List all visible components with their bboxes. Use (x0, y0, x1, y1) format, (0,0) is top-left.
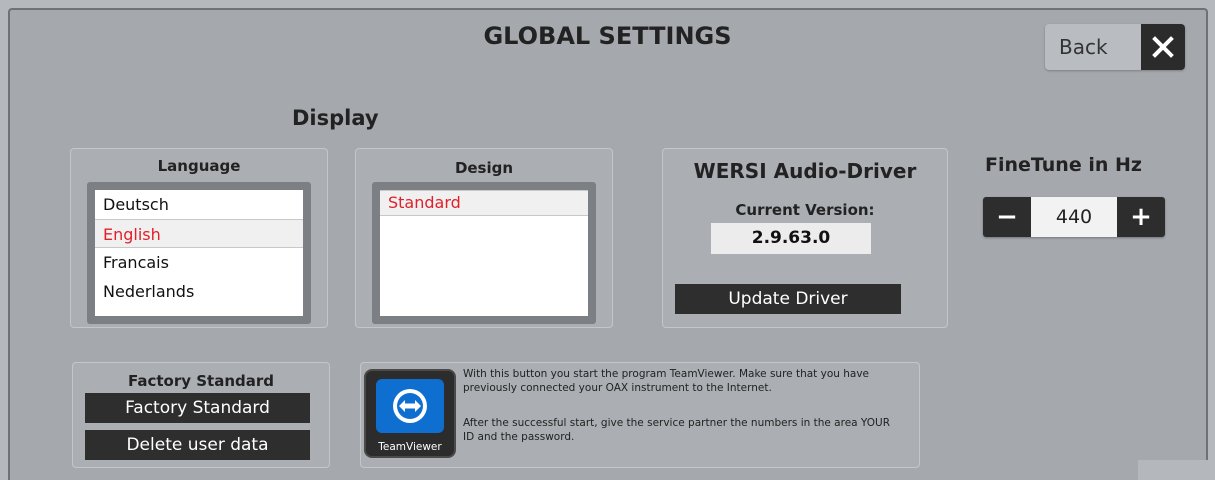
minus-icon: − (996, 202, 1018, 232)
language-list[interactable]: Deutsch English Francais Nederlands (95, 190, 303, 316)
design-label: Design (454, 159, 514, 177)
language-list-frame: Deutsch English Francais Nederlands (87, 182, 311, 324)
driver-version: 2.9.63.0 (711, 223, 871, 254)
teamviewer-description-1: With this button you start the program T… (463, 368, 870, 394)
back-button[interactable]: Back (1045, 24, 1185, 70)
language-panel: Language Deutsch English Francais Nederl… (70, 148, 328, 328)
finetune-value: 440 (1031, 197, 1117, 237)
language-option-english[interactable]: English (95, 219, 303, 248)
current-version-label: Current Version: (735, 201, 875, 219)
factory-standard-panel: Factory Standard Factory Standard Delete… (72, 362, 330, 468)
finetune-title: FineTune in Hz (985, 154, 1142, 176)
language-option-nederlands[interactable]: Nederlands (95, 277, 303, 306)
back-label: Back (1059, 35, 1108, 59)
design-list[interactable]: Standard (380, 190, 588, 316)
language-option-deutsch[interactable]: Deutsch (95, 190, 303, 219)
close-icon[interactable] (1141, 24, 1185, 70)
language-label: Language (157, 157, 241, 175)
audio-driver-panel: WERSI Audio-Driver Current Version: 2.9.… (662, 148, 948, 328)
factory-standard-title: Factory Standard (127, 372, 275, 390)
delete-user-data-button[interactable]: Delete user data (85, 430, 310, 460)
finetune-increment-button[interactable]: + (1117, 197, 1165, 237)
teamviewer-icon (376, 379, 444, 433)
design-list-frame: Standard (372, 182, 596, 324)
design-panel: Design Standard (355, 148, 613, 328)
teamviewer-button[interactable]: TeamViewer (364, 369, 456, 458)
teamviewer-panel: TeamViewer With this button you start th… (360, 362, 920, 468)
finetune-decrement-button[interactable]: − (983, 197, 1031, 237)
page-title: GLOBAL SETTINGS (483, 22, 732, 50)
corner-tab (1138, 460, 1210, 480)
teamviewer-logo-text: TeamViewer (378, 441, 442, 453)
language-option-francais[interactable]: Francais (95, 248, 303, 277)
display-section-title: Display (292, 106, 379, 130)
finetune-stepper: − 440 + (983, 197, 1165, 237)
design-option-standard[interactable]: Standard (380, 190, 588, 216)
update-driver-button[interactable]: Update Driver (675, 284, 901, 314)
factory-standard-button[interactable]: Factory Standard (85, 393, 310, 423)
teamviewer-description-2: After the successful start, give the ser… (463, 417, 891, 443)
plus-icon: + (1130, 202, 1152, 232)
audio-driver-title: WERSI Audio-Driver (693, 159, 917, 183)
